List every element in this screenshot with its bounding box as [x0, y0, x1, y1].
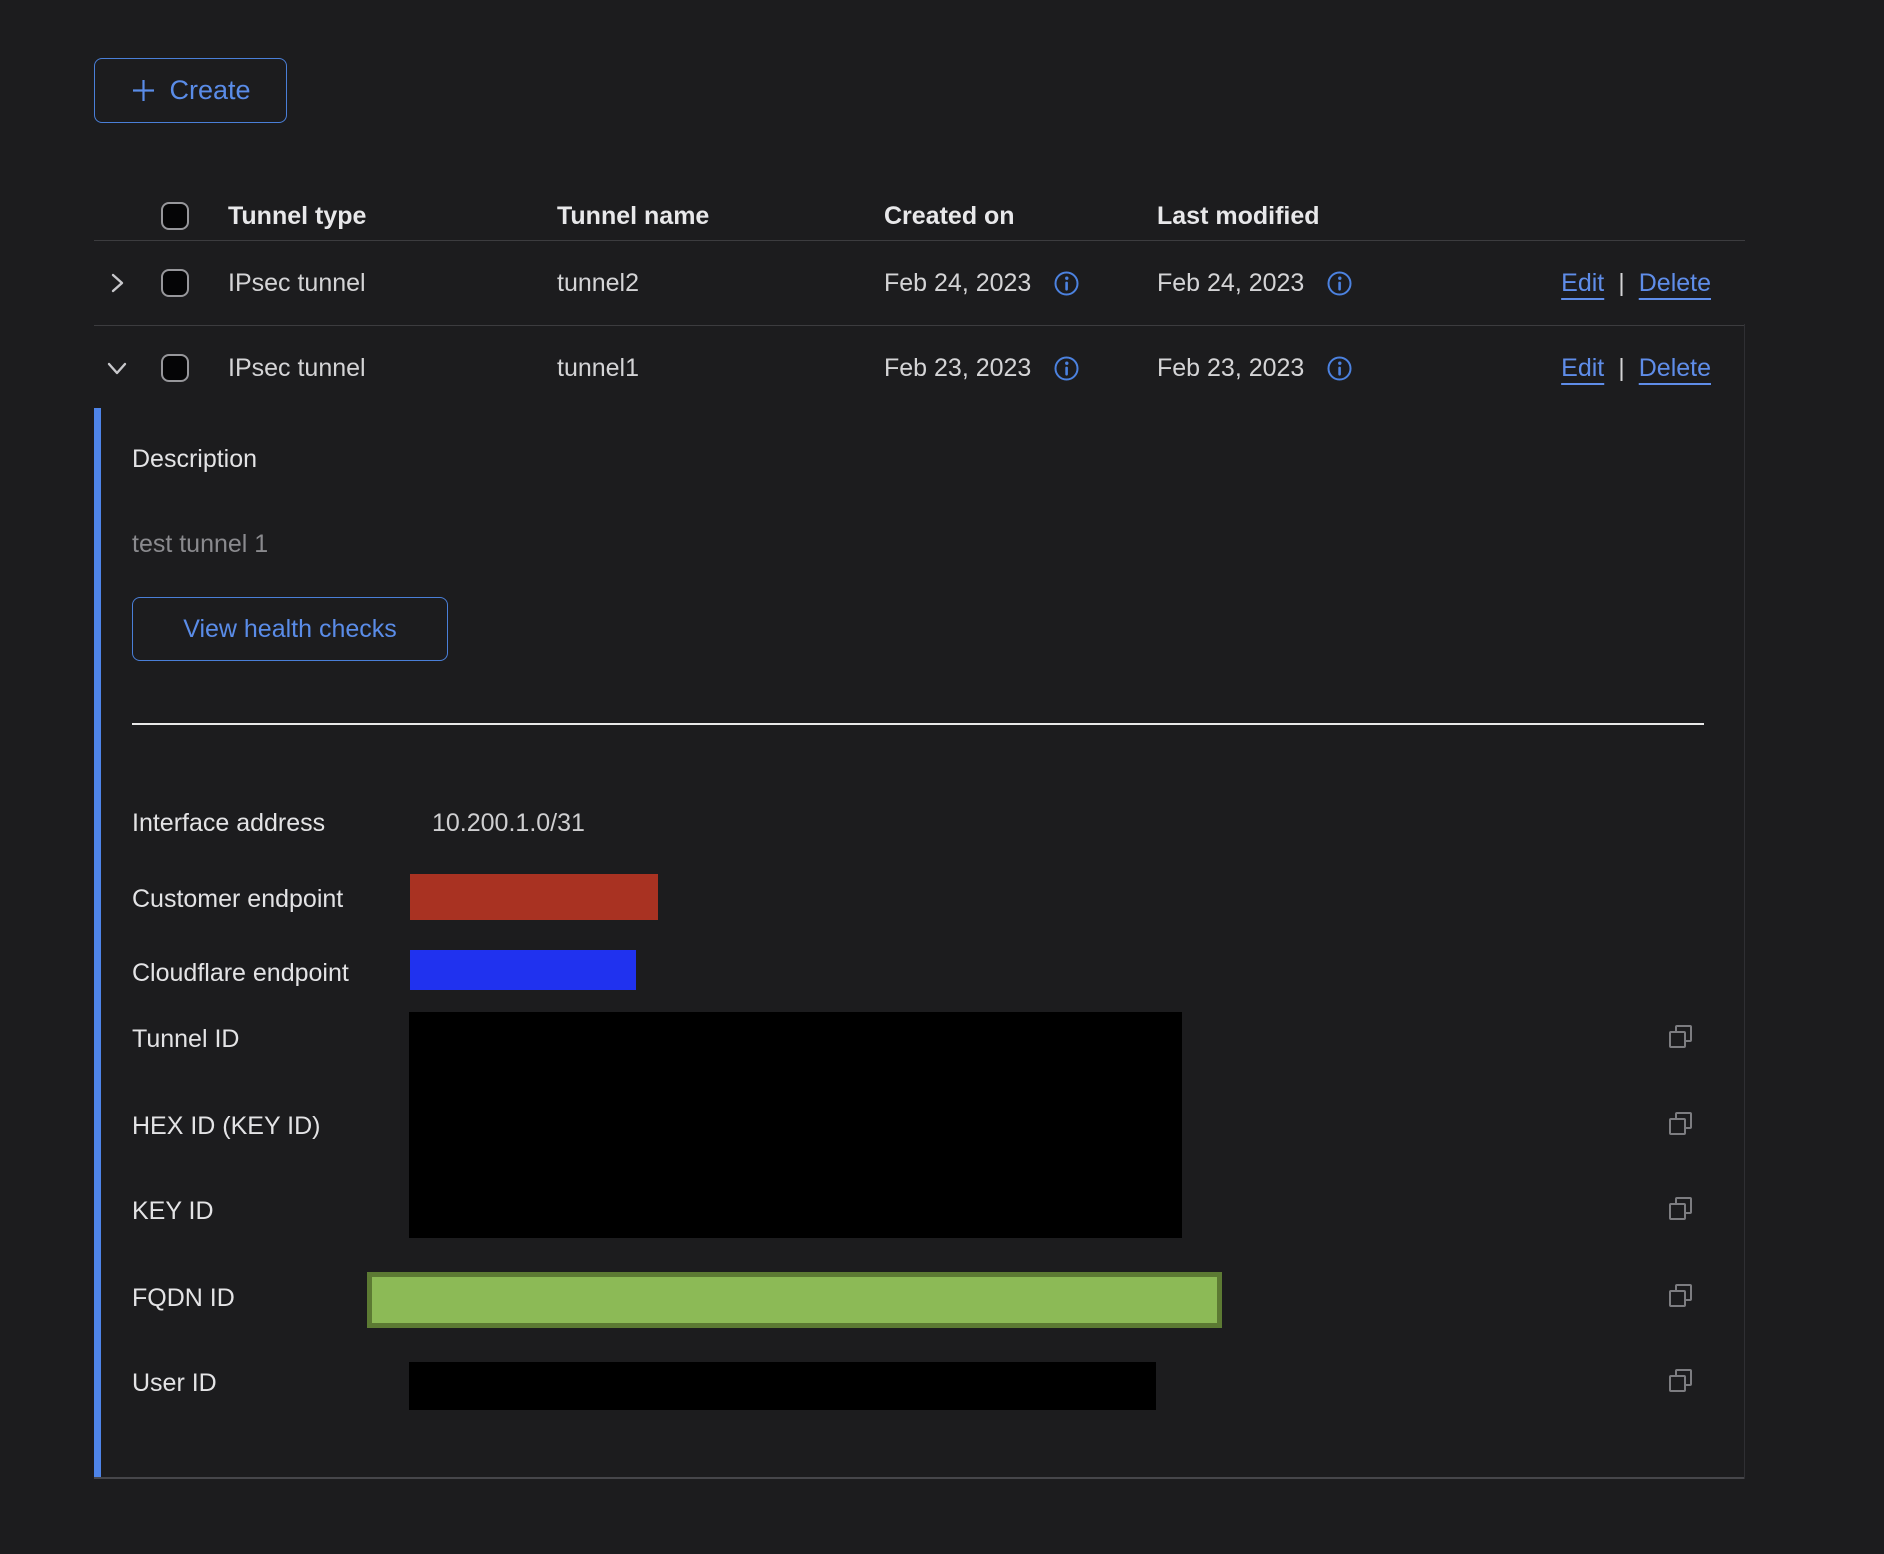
copy-icon — [1666, 1022, 1696, 1052]
tunnel-ids-redaction — [409, 1012, 1182, 1238]
select-all-checkbox[interactable] — [161, 202, 189, 230]
interface-address-label: Interface address — [132, 808, 325, 838]
fqdn-id-redaction — [367, 1272, 1222, 1328]
copy-fqdn-id-button[interactable] — [1666, 1281, 1696, 1311]
expanded-row-accent-bar — [94, 408, 101, 1478]
info-icon[interactable] — [1326, 270, 1353, 297]
customer-endpoint-label: Customer endpoint — [132, 884, 343, 914]
created-on-value: Feb 24, 2023 — [884, 269, 1031, 298]
tunnel-name-cell: tunnel1 — [557, 326, 639, 410]
copy-user-id-button[interactable] — [1666, 1366, 1696, 1396]
tunnel-type-cell: IPsec tunnel — [228, 241, 366, 325]
header-created-on: Created on — [884, 192, 1015, 240]
copy-key-id-button[interactable] — [1666, 1194, 1696, 1224]
create-button-label: Create — [169, 75, 250, 106]
divider — [132, 723, 1704, 725]
last-modified-value: Feb 24, 2023 — [1157, 269, 1304, 298]
tunnel-name-cell: tunnel2 — [557, 241, 639, 325]
copy-icon — [1666, 1366, 1696, 1396]
info-icon[interactable] — [1053, 270, 1080, 297]
cloudflare-endpoint-redaction — [410, 950, 636, 990]
row-checkbox[interactable] — [161, 354, 189, 382]
tunnels-page: { "toolbar": { "create_label": "Create" … — [0, 0, 1884, 1554]
delete-link[interactable]: Delete — [1639, 269, 1711, 298]
create-button[interactable]: Create — [94, 58, 287, 123]
user-id-redaction — [409, 1362, 1156, 1410]
chevron-right-icon — [104, 270, 130, 296]
table-header-row: Tunnel type Tunnel name Created on Last … — [94, 192, 1745, 241]
divider — [94, 1477, 1745, 1479]
table-row: IPsec tunnel tunnel2 Feb 24, 2023 Feb 24… — [94, 241, 1745, 326]
cloudflare-endpoint-label: Cloudflare endpoint — [132, 958, 349, 988]
key-id-label: KEY ID — [132, 1196, 214, 1226]
view-health-checks-button[interactable]: View health checks — [132, 597, 448, 661]
header-last-modified: Last modified — [1157, 192, 1320, 240]
copy-icon — [1666, 1281, 1696, 1311]
edit-link[interactable]: Edit — [1561, 269, 1604, 298]
chevron-down-icon — [104, 355, 130, 381]
info-icon[interactable] — [1053, 355, 1080, 382]
description-value: test tunnel 1 — [132, 529, 268, 559]
user-id-label: User ID — [132, 1368, 217, 1398]
interface-address-value: 10.200.1.0/31 — [432, 808, 585, 838]
row-checkbox[interactable] — [161, 269, 189, 297]
action-separator: | — [1618, 269, 1625, 298]
copy-hex-id-button[interactable] — [1666, 1109, 1696, 1139]
plus-icon — [130, 77, 157, 104]
action-separator: | — [1618, 354, 1625, 383]
edit-link[interactable]: Edit — [1561, 354, 1604, 383]
description-label: Description — [132, 444, 257, 474]
table-row: IPsec tunnel tunnel1 Feb 23, 2023 Feb 23… — [94, 326, 1745, 410]
created-on-value: Feb 23, 2023 — [884, 354, 1031, 383]
header-tunnel-name: Tunnel name — [557, 192, 709, 240]
expand-row-button[interactable] — [100, 266, 134, 300]
customer-endpoint-redaction — [410, 874, 658, 920]
collapse-row-button[interactable] — [100, 351, 134, 385]
tunnel-id-label: Tunnel ID — [132, 1024, 239, 1054]
table-right-edge — [1744, 324, 1745, 1479]
copy-icon — [1666, 1109, 1696, 1139]
tunnels-table: Tunnel type Tunnel name Created on Last … — [94, 192, 1745, 410]
fqdn-id-label: FQDN ID — [132, 1283, 235, 1313]
hex-id-label: HEX ID (KEY ID) — [132, 1111, 320, 1141]
last-modified-value: Feb 23, 2023 — [1157, 354, 1304, 383]
header-tunnel-type: Tunnel type — [228, 192, 366, 240]
copy-tunnel-id-button[interactable] — [1666, 1022, 1696, 1052]
tunnel-type-cell: IPsec tunnel — [228, 326, 366, 410]
delete-link[interactable]: Delete — [1639, 354, 1711, 383]
copy-icon — [1666, 1194, 1696, 1224]
info-icon[interactable] — [1326, 355, 1353, 382]
